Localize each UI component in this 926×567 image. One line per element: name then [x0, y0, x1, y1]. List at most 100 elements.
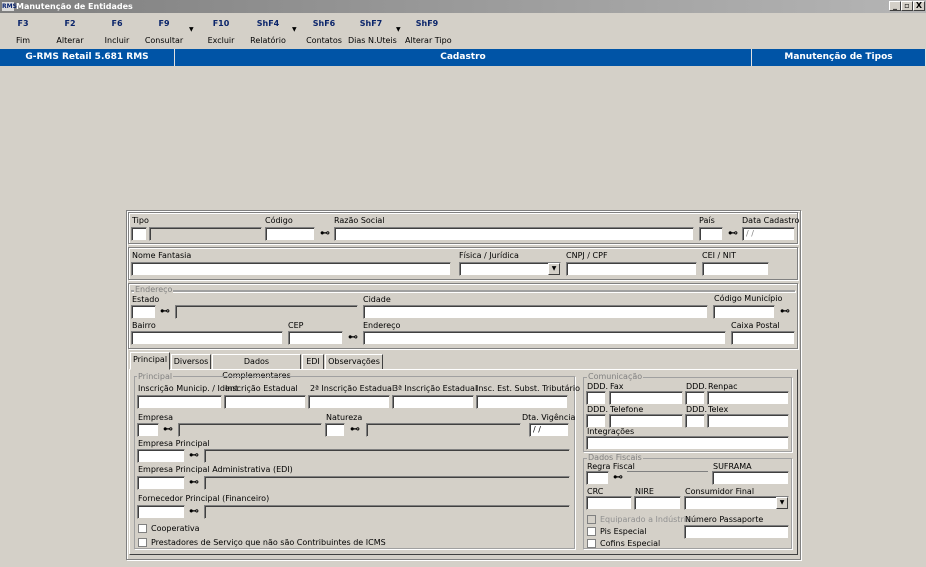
- binoculars-icon[interactable]: ⊷: [347, 423, 363, 437]
- toolbar-button-consultar[interactable]: F9 Consultar: [144, 19, 184, 45]
- chevron-down-icon[interactable]: ▼: [548, 263, 560, 275]
- binoculars-icon[interactable]: ⊷: [186, 476, 202, 490]
- consumidor-final-select[interactable]: [684, 496, 789, 510]
- dta-vigencia-input[interactable]: / /: [529, 423, 569, 437]
- minimize-button[interactable]: _: [889, 1, 901, 11]
- insc-municipal-input[interactable]: [137, 395, 222, 409]
- binoculars-icon[interactable]: ⊷: [157, 305, 173, 319]
- natureza-input[interactable]: [325, 423, 345, 437]
- tipo-description-field: [149, 227, 262, 241]
- toolbar-button-fim[interactable]: F3 Fim: [8, 19, 38, 45]
- binoculars-icon[interactable]: ⊷: [725, 227, 741, 241]
- estado-description-field: [175, 305, 358, 319]
- ddd-telefone-input[interactable]: [586, 414, 606, 428]
- tab-observacoes[interactable]: Observações: [325, 354, 383, 370]
- pis-especial-checkbox[interactable]: [587, 527, 596, 536]
- toolbar-label: Excluir: [207, 36, 235, 45]
- telex-input[interactable]: [707, 414, 789, 428]
- close-button[interactable]: X: [913, 1, 925, 11]
- insc-estadual-input[interactable]: [224, 395, 306, 409]
- cep-input[interactable]: [288, 331, 343, 345]
- cnpj-cpf-input[interactable]: [566, 262, 697, 276]
- codigo-municipio-label: Código Município: [714, 294, 783, 303]
- nome-fantasia-input[interactable]: [131, 262, 451, 276]
- equiparado-checkbox[interactable]: [587, 515, 596, 524]
- toolbar-button-relatorio[interactable]: ShF4 Relatório: [249, 19, 287, 45]
- pais-input[interactable]: [699, 227, 723, 241]
- insc-subst-input[interactable]: [476, 395, 568, 409]
- cofins-especial-checkbox[interactable]: [587, 539, 596, 548]
- bairro-input[interactable]: [131, 331, 283, 345]
- binoculars-icon[interactable]: ⊷: [186, 505, 202, 519]
- renpac-input[interactable]: [707, 391, 789, 405]
- ddd-telex-input[interactable]: [685, 414, 705, 428]
- insc-estadual-3-input[interactable]: [392, 395, 474, 409]
- toolbar-label: Fim: [15, 36, 31, 45]
- tab-principal[interactable]: Principal: [130, 352, 170, 370]
- bairro-label: Bairro: [132, 321, 156, 330]
- binoculars-icon[interactable]: ⊷: [345, 331, 361, 345]
- suframa-input[interactable]: [712, 471, 789, 485]
- insc-estadual-2-input[interactable]: [308, 395, 390, 409]
- binoculars-icon[interactable]: ⊷: [777, 305, 793, 319]
- empresa-input[interactable]: [137, 423, 159, 437]
- renpac-label: Renpac: [708, 382, 738, 391]
- empresa-principal-input[interactable]: [137, 449, 185, 463]
- prestadores-checkbox[interactable]: [138, 538, 147, 547]
- integracoes-input[interactable]: [586, 436, 789, 450]
- numero-passaporte-input[interactable]: [684, 525, 789, 539]
- binoculars-icon[interactable]: ⊷: [610, 471, 626, 485]
- binoculars-icon[interactable]: ⊷: [186, 449, 202, 463]
- toolbar-label: Contatos: [306, 36, 342, 45]
- fornecedor-principal-input[interactable]: [137, 505, 185, 519]
- endereco-input[interactable]: [363, 331, 726, 345]
- caixa-postal-input[interactable]: [731, 331, 795, 345]
- nire-input[interactable]: [634, 496, 681, 510]
- fax-input[interactable]: [609, 391, 683, 405]
- suframa-label: SUFRAMA: [713, 462, 752, 471]
- razao-social-input[interactable]: [334, 227, 694, 241]
- toolbar-button-alterar-tipo[interactable]: ShF9 Alterar Tipo: [405, 19, 452, 45]
- restore-button[interactable]: ▫: [901, 1, 913, 11]
- tab-diversos[interactable]: Diversos: [171, 354, 211, 370]
- binoculars-icon[interactable]: ⊷: [160, 423, 176, 437]
- cidade-input[interactable]: [363, 305, 708, 319]
- dados-fiscais-group-title: Dados Fiscais: [587, 453, 643, 462]
- toolbar-button-contatos[interactable]: ShF6 Contatos: [306, 19, 342, 45]
- cei-nit-input[interactable]: [702, 262, 769, 276]
- estado-input[interactable]: [131, 305, 156, 319]
- empresa-principal-adm-input[interactable]: [137, 476, 185, 490]
- tab-edi[interactable]: EDI: [302, 354, 324, 370]
- regra-fiscal-input[interactable]: [586, 471, 609, 485]
- telefone-input[interactable]: [609, 414, 683, 428]
- chevron-down-icon[interactable]: ▼: [776, 497, 788, 509]
- toolbar-button-alterar[interactable]: F2 Alterar: [54, 19, 86, 45]
- equiparado-label: Equiparado a Indústria: [600, 515, 691, 524]
- consultar-menu-arrow-icon[interactable]: ▼: [189, 26, 194, 33]
- toolbar-label: Alterar Tipo: [405, 36, 452, 45]
- dias-uteis-menu-arrow-icon[interactable]: ▼: [396, 26, 401, 33]
- ddd-fax-input[interactable]: [586, 391, 606, 405]
- toolbar-button-excluir[interactable]: F10 Excluir: [205, 19, 237, 45]
- consumidor-final-label: Consumidor Final: [685, 487, 755, 496]
- relatorio-menu-arrow-icon[interactable]: ▼: [292, 26, 297, 33]
- codigo-municipio-input[interactable]: [713, 305, 775, 319]
- codigo-input[interactable]: [265, 227, 315, 241]
- endereco-label: Endereço: [363, 321, 401, 330]
- fisica-juridica-select[interactable]: [459, 262, 561, 276]
- data-cadastro-input[interactable]: / /: [742, 227, 795, 241]
- insc-estadual-2-label: 2ª Inscrição Estadual: [310, 384, 395, 393]
- ddd-renpac-input[interactable]: [685, 391, 705, 405]
- prestadores-label: Prestadores de Serviço que não são Contr…: [151, 538, 386, 547]
- tipo-input[interactable]: [131, 227, 147, 241]
- toolbar-button-dias-uteis[interactable]: ShF7 Dias N.Uteis: [348, 19, 397, 45]
- tab-dados-complementares[interactable]: Dados Complementares: [212, 354, 301, 380]
- estado-label: Estado: [132, 295, 160, 304]
- insc-municipal-label: Inscrição Municip. / Ident: [138, 384, 239, 393]
- toolbar-button-incluir[interactable]: F6 Incluir: [102, 19, 132, 45]
- crc-input[interactable]: [586, 496, 632, 510]
- cnpj-cpf-label: CNPJ / CPF: [566, 251, 608, 260]
- regra-fiscal-separator: [627, 471, 708, 475]
- binoculars-icon[interactable]: ⊷: [317, 227, 333, 241]
- cooperativa-checkbox[interactable]: [138, 524, 147, 533]
